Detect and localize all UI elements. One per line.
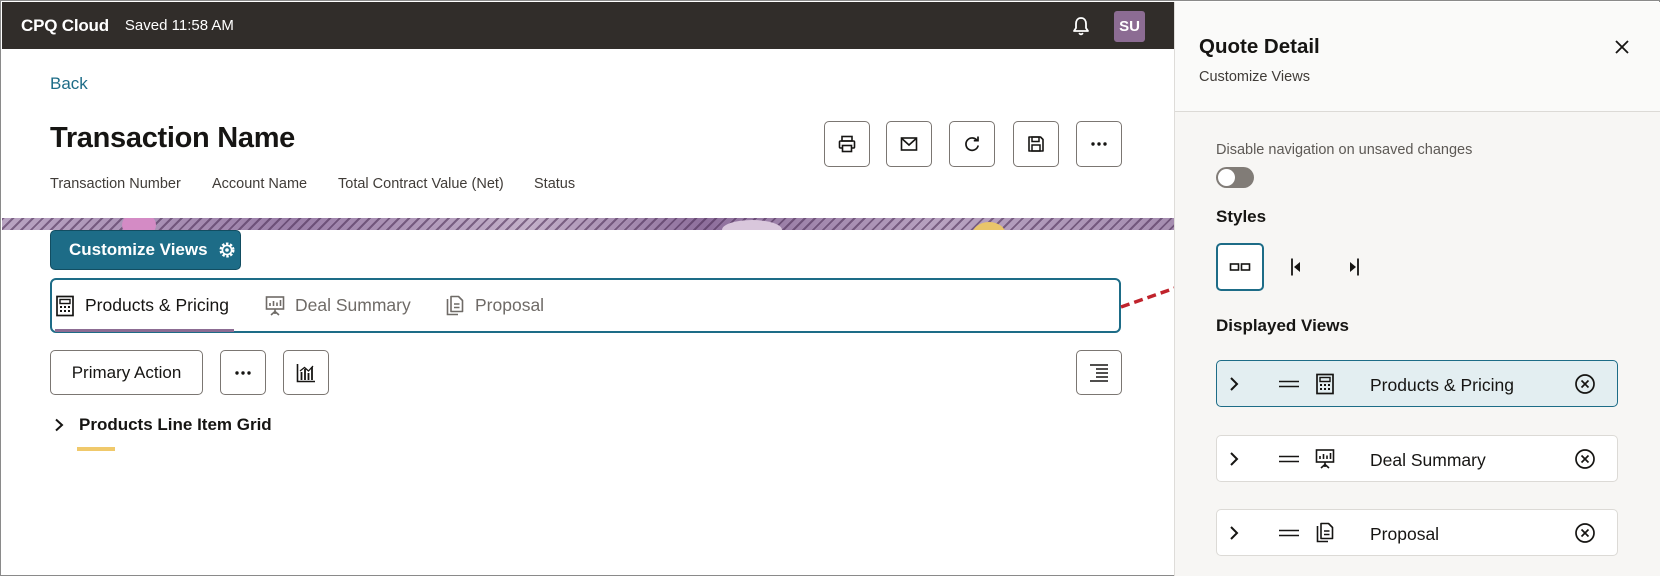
app-title[interactable]: CPQ Cloud	[21, 16, 109, 36]
overflow-menu-button[interactable]	[220, 350, 266, 395]
drag-handle-icon[interactable]	[1278, 527, 1300, 539]
panel-subtitle: Customize Views	[1199, 69, 1310, 85]
back-link[interactable]: Back	[50, 74, 88, 94]
left-align-icon	[1291, 258, 1300, 276]
calculator-icon	[1316, 373, 1334, 395]
panel-header: Quote Detail Customize Views	[1175, 2, 1660, 112]
avatar[interactable]: SU	[1114, 11, 1145, 42]
meta-transaction-number: Transaction Number	[50, 176, 181, 192]
tab-label: Deal Summary	[295, 295, 411, 315]
remove-circle-icon[interactable]	[1574, 448, 1596, 470]
view-label: Deal Summary	[1370, 450, 1486, 470]
decorative-banner	[2, 218, 1174, 230]
bar-chart-icon	[296, 363, 315, 382]
refresh-button[interactable]	[949, 121, 995, 167]
style-option-left[interactable]	[1272, 243, 1320, 291]
disable-navigation-label: Disable navigation on unsaved changes	[1216, 142, 1473, 158]
more-icon	[1091, 142, 1107, 146]
displayed-views-heading: Displayed Views	[1216, 316, 1349, 335]
tab-label: Proposal	[475, 295, 545, 315]
views-tab-bar: Products & Pricing Deal Summary Proposal	[50, 278, 1121, 333]
style-option-tabs[interactable]	[1216, 243, 1264, 291]
email-button[interactable]	[886, 121, 932, 167]
presentation-icon	[1315, 449, 1335, 469]
saved-status: Saved 11:58 AM	[124, 17, 234, 34]
style-option-right[interactable]	[1330, 243, 1378, 291]
customize-views-label: Customize Views	[69, 240, 208, 259]
quote-detail-panel: Quote Detail Customize Views Disable nav…	[1174, 2, 1660, 576]
meta-status: Status	[534, 176, 576, 192]
chevron-right-icon	[55, 418, 64, 432]
chevron-right-icon[interactable]	[1228, 376, 1240, 392]
refresh-icon	[965, 136, 980, 152]
bell-icon[interactable]	[1070, 15, 1092, 37]
chart-button[interactable]	[283, 350, 329, 395]
customize-views-button[interactable]: Customize Views	[50, 230, 241, 270]
close-icon[interactable]	[1614, 39, 1630, 55]
list-align-icon	[1090, 363, 1108, 382]
save-button[interactable]	[1013, 121, 1059, 167]
drag-handle-icon[interactable]	[1278, 378, 1300, 390]
tab-label: Products & Pricing	[85, 295, 229, 315]
toggle-knob	[1218, 169, 1235, 186]
more-icon	[235, 370, 251, 375]
grid-title-underline	[77, 447, 115, 451]
screen-frame: CPQ Cloud Saved 11:58 AM SU Back Transac…	[0, 0, 1660, 576]
top-bar: CPQ Cloud Saved 11:58 AM SU	[2, 2, 1174, 49]
save-icon	[1028, 136, 1044, 152]
calculator-icon	[56, 295, 74, 316]
tab-proposal[interactable]: Proposal	[445, 280, 544, 331]
gear-icon	[219, 242, 235, 258]
remove-circle-icon[interactable]	[1574, 373, 1596, 395]
view-row-proposal[interactable]: Proposal	[1216, 509, 1618, 556]
print-button[interactable]	[824, 121, 870, 167]
products-grid-header[interactable]: Products Line Item Grid	[53, 415, 272, 435]
page-title: Transaction Name	[50, 122, 296, 154]
disable-navigation-toggle[interactable]	[1216, 167, 1254, 188]
right-align-icon	[1350, 258, 1359, 276]
chevron-right-icon[interactable]	[1228, 451, 1240, 467]
meta-total-contract-value: Total Contract Value (Net)	[338, 176, 504, 192]
view-row-products-pricing[interactable]: Products & Pricing	[1216, 360, 1618, 407]
more-options-button[interactable]	[1076, 121, 1122, 167]
primary-action-label: Primary Action	[71, 362, 182, 382]
email-icon	[900, 137, 918, 151]
document-icon	[446, 295, 464, 315]
grid-title: Products Line Item Grid	[79, 415, 272, 434]
remove-circle-icon[interactable]	[1574, 522, 1596, 544]
drag-handle-icon[interactable]	[1278, 453, 1300, 465]
document-icon	[1316, 522, 1334, 543]
chevron-right-icon[interactable]	[1228, 525, 1240, 541]
meta-account-name: Account Name	[212, 176, 308, 192]
tabs-style-icon	[1229, 263, 1251, 271]
active-tab-indicator	[55, 329, 234, 332]
tab-deal-summary[interactable]: Deal Summary	[265, 280, 411, 331]
view-row-deal-summary[interactable]: Deal Summary	[1216, 435, 1618, 482]
primary-action-button[interactable]: Primary Action	[50, 350, 203, 395]
tab-products-pricing[interactable]: Products & Pricing	[55, 280, 234, 332]
presentation-icon	[265, 295, 285, 316]
styles-heading: Styles	[1216, 207, 1267, 226]
view-label: Products & Pricing	[1370, 375, 1514, 395]
panel-title: Quote Detail	[1199, 35, 1320, 58]
view-label: Proposal	[1370, 524, 1440, 544]
panel-toggle-button[interactable]	[1076, 350, 1122, 395]
print-icon	[838, 135, 856, 153]
